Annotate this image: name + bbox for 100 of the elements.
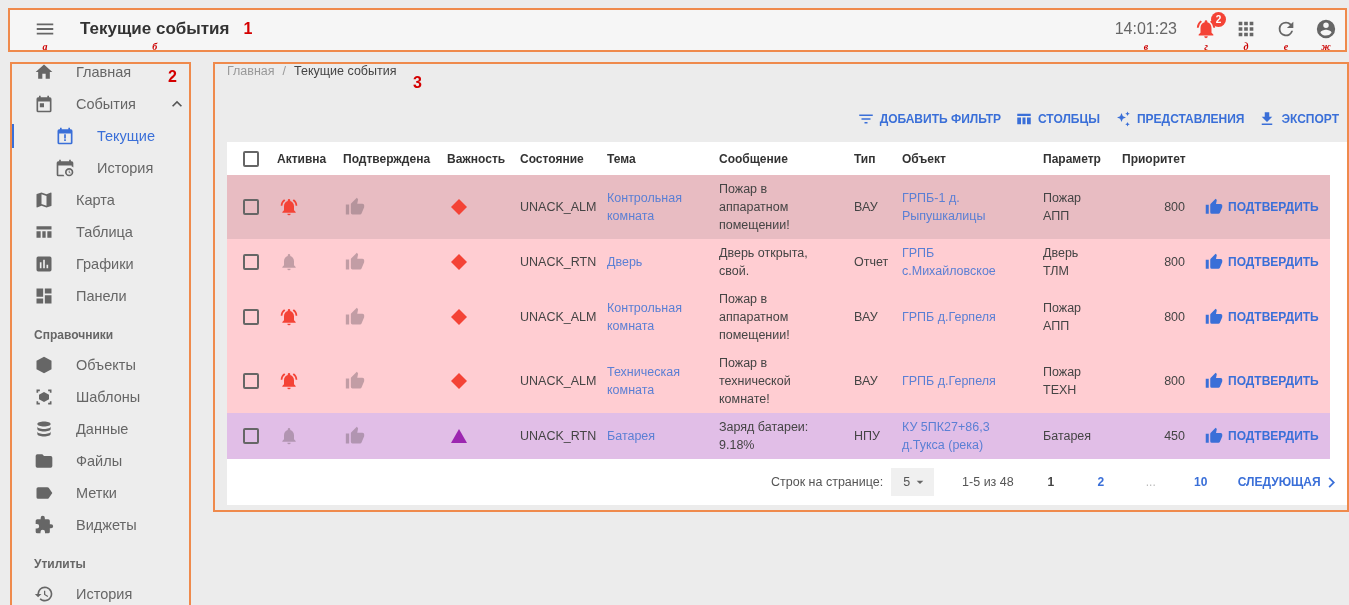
nav-item[interactable]: История bbox=[12, 152, 162, 184]
nav-label: Главная bbox=[76, 64, 132, 80]
table-cell: Пожар в аппаратном помещении! bbox=[719, 182, 790, 232]
account-icon[interactable] bbox=[1315, 18, 1337, 40]
table-row[interactable]: UNACK_RTN Дверь Дверь открыта, свой. Отчет ГРПБ с.Михайловское Дверь ТЛМ 800 ПОДТВЕРДИТЬ bbox=[227, 239, 1330, 285]
section-heading: Утилиты bbox=[33, 556, 87, 573]
page-range: 1-5 из 48 bbox=[962, 475, 1014, 489]
object-link[interactable]: ГРПБ д.Герпеля bbox=[902, 372, 996, 390]
toolbar-button[interactable]: ЭКСПОРТ bbox=[1256, 110, 1341, 128]
sparkle-icon bbox=[1114, 110, 1132, 128]
region-label: 3 bbox=[413, 74, 422, 92]
bell-icon[interactable] bbox=[1195, 18, 1217, 40]
row-checkbox[interactable] bbox=[243, 428, 259, 444]
column-header[interactable]: Состояние bbox=[520, 151, 584, 166]
row-checkbox[interactable] bbox=[243, 373, 259, 389]
nav-item[interactable]: История bbox=[12, 578, 141, 605]
nav-item[interactable]: Текущие bbox=[12, 120, 163, 152]
table-cell: UNACK_ALM bbox=[520, 310, 597, 324]
table-cell: UNACK_RTN bbox=[520, 429, 597, 443]
callout-letter: е bbox=[1283, 42, 1289, 52]
nav-label: Текущие bbox=[97, 128, 155, 144]
column-header[interactable]: Тема bbox=[607, 151, 636, 166]
column-header[interactable]: Тип bbox=[854, 151, 876, 166]
table-cell: Дверь ТЛМ bbox=[1043, 246, 1079, 278]
topic-link[interactable]: Техническая комната bbox=[607, 363, 707, 399]
acknowledge-button[interactable]: ПОДТВЕРДИТЬ bbox=[1201, 306, 1323, 328]
toolbar-button[interactable]: СТОЛБЦЫ bbox=[1013, 110, 1102, 128]
acknowledge-button[interactable]: ПОДТВЕРДИТЬ bbox=[1201, 425, 1323, 447]
table-cell: Дверь открыта, свой. bbox=[719, 246, 808, 278]
column-header[interactable]: Объект bbox=[902, 151, 946, 166]
table-cell: 800 bbox=[1164, 374, 1185, 388]
nav-item[interactable]: Файлы bbox=[12, 445, 131, 477]
table-cell: 450 bbox=[1164, 429, 1185, 443]
row-checkbox[interactable] bbox=[243, 309, 259, 325]
toolbar-button[interactable]: ПРЕДСТАВЛЕНИЯ bbox=[1112, 110, 1247, 128]
nav-item[interactable]: Главная bbox=[12, 64, 140, 88]
object-link[interactable]: ГРПБ с.Михайловское bbox=[902, 244, 1031, 280]
nav-item[interactable]: Метки bbox=[12, 477, 125, 509]
column-header[interactable]: Подтверждена bbox=[343, 151, 431, 166]
callout-letter: б bbox=[152, 42, 158, 52]
page-button[interactable]: 10 bbox=[1175, 475, 1226, 489]
calendar-clock-icon bbox=[55, 158, 75, 178]
table-cell: 800 bbox=[1164, 200, 1185, 214]
toolbar-button[interactable]: ДОБАВИТЬ ФИЛЬТР bbox=[854, 110, 1003, 128]
row-checkbox[interactable] bbox=[243, 199, 259, 215]
row-checkbox[interactable] bbox=[243, 254, 259, 270]
column-header[interactable]: Активна bbox=[277, 151, 327, 166]
table-cell: 800 bbox=[1164, 255, 1185, 269]
nav-item[interactable]: Панели bbox=[12, 280, 135, 312]
nav-item[interactable]: Данные bbox=[12, 413, 137, 445]
thumbs-up-icon bbox=[1205, 253, 1223, 271]
column-header[interactable]: Приоритет bbox=[1122, 151, 1186, 166]
clock: 14:01:23 bbox=[1114, 19, 1177, 39]
column-header[interactable]: Важность bbox=[447, 151, 506, 166]
puzzle-icon bbox=[34, 515, 54, 535]
table-cell: Отчет bbox=[854, 255, 889, 269]
thumbs-up-icon bbox=[1205, 427, 1223, 445]
table-cell: ВАУ bbox=[854, 374, 878, 388]
column-header[interactable]: Сообщение bbox=[719, 151, 788, 166]
page-button[interactable]: 2 bbox=[1075, 475, 1126, 489]
nav-item[interactable]: Карта bbox=[12, 184, 123, 216]
table-cell: Пожар АПП bbox=[1043, 191, 1082, 223]
history-icon bbox=[34, 584, 54, 604]
table-cell: Пожар в технической комнате! bbox=[719, 356, 791, 406]
acknowledge-button[interactable]: ПОДТВЕРДИТЬ bbox=[1201, 370, 1323, 392]
acknowledge-button[interactable]: ПОДТВЕРДИТЬ bbox=[1201, 251, 1323, 273]
nav-item[interactable]: Объекты bbox=[12, 349, 144, 381]
nav-item[interactable]: Шаблоны bbox=[12, 381, 149, 413]
acknowledge-button[interactable]: ПОДТВЕРДИТЬ bbox=[1201, 196, 1323, 218]
callout-letter: д bbox=[1243, 42, 1249, 52]
select-all-checkbox[interactable] bbox=[243, 150, 259, 167]
nav-label: Виджеты bbox=[76, 517, 137, 533]
nav-item[interactable]: Графики bbox=[12, 248, 142, 280]
column-header[interactable]: Параметр bbox=[1043, 151, 1101, 166]
page-ellipsis: ... bbox=[1144, 475, 1157, 489]
topic-link[interactable]: Контрольная комната bbox=[607, 299, 707, 335]
rows-per-page-select[interactable]: 5 bbox=[891, 468, 935, 496]
chevron-right-icon bbox=[1327, 476, 1335, 488]
calendar-alert-icon bbox=[55, 126, 75, 146]
table-cell: UNACK_ALM bbox=[520, 200, 597, 214]
topic-link[interactable]: Дверь bbox=[607, 253, 643, 271]
nav-item[interactable]: Виджеты bbox=[12, 509, 145, 541]
table-cell: Батарея bbox=[1043, 429, 1092, 443]
nav-label: История bbox=[76, 586, 133, 602]
table-cell: UNACK_RTN bbox=[520, 255, 597, 269]
table-cell: ВАУ bbox=[854, 200, 878, 214]
next-page-button[interactable]: СЛЕДУЮЩАЯ bbox=[1237, 475, 1335, 489]
table-row[interactable]: UNACK_RTN Батарея Заряд батареи: 9.18% НПУ КУ 5ПК27+86,3 д.Тукса (река) Батарея 450 ПОДТВЕРДИТЬ bbox=[227, 413, 1330, 459]
nav-label: Таблица bbox=[76, 224, 133, 240]
home-icon bbox=[34, 64, 54, 82]
thumbs-up-icon bbox=[1205, 198, 1223, 216]
cube-icon bbox=[34, 355, 54, 375]
nav-label: Шаблоны bbox=[76, 389, 141, 405]
database-icon bbox=[34, 419, 54, 439]
page-button[interactable]: 1 bbox=[1025, 475, 1076, 489]
nav-label: История bbox=[97, 160, 154, 176]
thumbs-up-icon bbox=[1205, 308, 1223, 326]
nav-item[interactable]: Таблица bbox=[12, 216, 141, 248]
object-link[interactable]: ГРПБ д.Герпеля bbox=[902, 308, 996, 326]
nav-item[interactable]: События bbox=[12, 88, 189, 120]
